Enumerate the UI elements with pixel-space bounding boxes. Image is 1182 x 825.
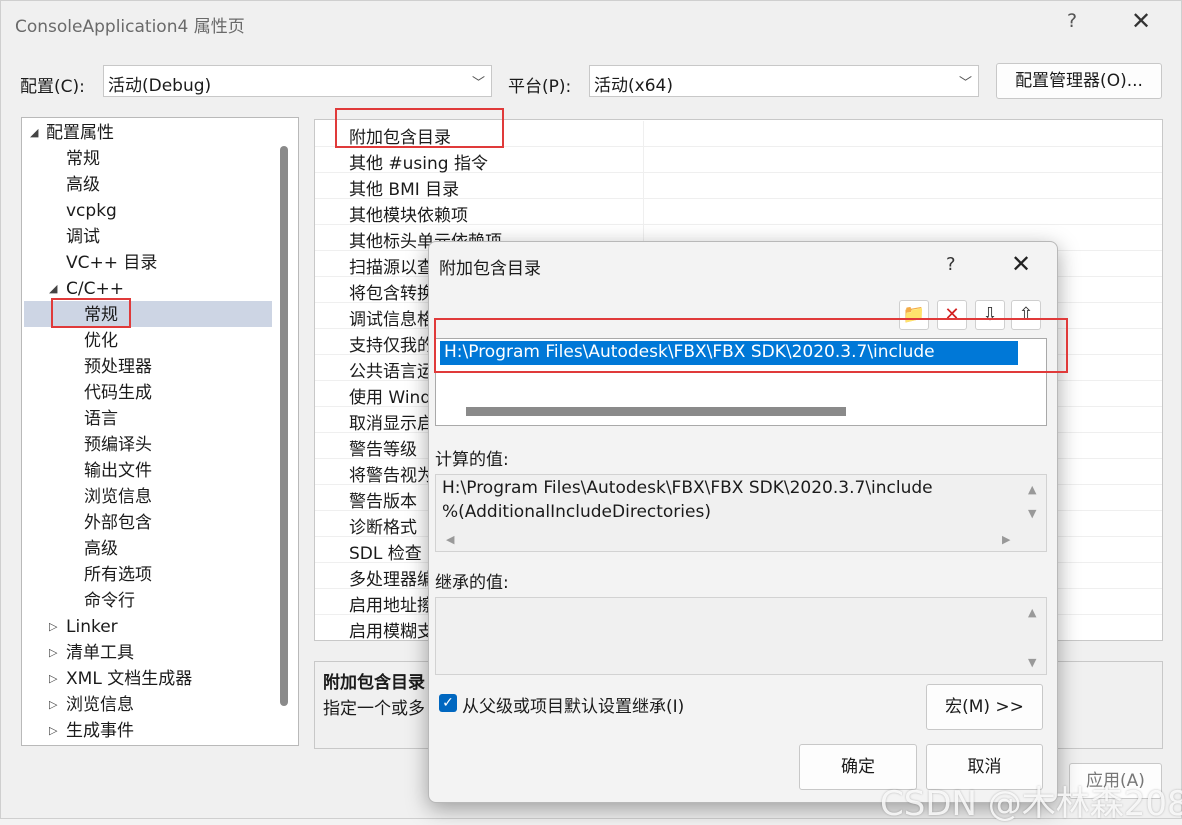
platform-combobox[interactable]: 活动(x64) ﹀ xyxy=(589,65,979,97)
config-manager-button[interactable]: 配置管理器(O)... xyxy=(996,63,1162,99)
tree-item-cpp-all-options[interactable]: 所有选项 xyxy=(84,562,152,588)
close-icon[interactable]: ✕ xyxy=(1011,250,1031,278)
highlight-box xyxy=(51,298,131,328)
config-combobox[interactable]: 活动(Debug) ﹀ xyxy=(103,65,492,97)
grid-row-label: 支持仅我的 xyxy=(349,336,434,356)
macro-button[interactable]: 宏(M) >> xyxy=(926,684,1043,730)
tree-item-cpp-output[interactable]: 输出文件 xyxy=(84,458,152,484)
chevron-down-icon: ﹀ xyxy=(958,76,972,91)
tree-item-cpp-browse[interactable]: 浏览信息 xyxy=(84,484,152,510)
grid-row-label: 扫描源以查 xyxy=(349,258,434,278)
tree-item-browse-info[interactable]: 浏览信息 xyxy=(66,692,134,718)
title-bar: ConsoleApplication4 属性页 ? ✕ xyxy=(1,1,1181,47)
scroll-up-icon[interactable]: ▲ xyxy=(1028,606,1036,619)
close-icon[interactable]: ✕ xyxy=(1131,7,1151,35)
collapsed-triangle-icon[interactable]: ▷ xyxy=(49,698,57,711)
tree-item-xml-doc[interactable]: XML 文档生成器 xyxy=(66,666,192,692)
tree-item-advanced[interactable]: 高级 xyxy=(66,172,100,198)
grid-row-label: SDL 检查 xyxy=(349,544,422,564)
scroll-down-icon[interactable]: ▼ xyxy=(1028,656,1036,669)
grid-row-label: 使用 Wind xyxy=(349,388,432,408)
help-icon[interactable]: ? xyxy=(946,254,956,275)
grid-row-label: 将包含转换 xyxy=(349,284,434,304)
grid-row[interactable]: 其他 BMI 目录 xyxy=(315,173,1162,200)
tree-item-general[interactable]: 常规 xyxy=(66,146,100,172)
tree-item-debugging[interactable]: 调试 xyxy=(66,224,100,250)
scroll-down-icon[interactable]: ▼ xyxy=(1028,507,1036,520)
property-tree: ◢ 配置属性 常规 高级 vcpkg 调试 VC++ 目录 ◢ C/C++ 常规… xyxy=(21,117,299,746)
dialog-title: 附加包含目录 xyxy=(439,259,541,279)
watermark: CSDN @木林森2088 xyxy=(880,784,1182,824)
tree-scrollbar[interactable] xyxy=(280,146,288,706)
collapsed-triangle-icon[interactable]: ▷ xyxy=(49,672,57,685)
tree-item-cpp-language[interactable]: 语言 xyxy=(84,406,118,432)
platform-label: 平台(P): xyxy=(508,77,572,97)
tree-item-cpp-codegen[interactable]: 代码生成 xyxy=(84,380,152,406)
inherited-label: 继承的值: xyxy=(435,573,509,593)
tree-item-vcpkg[interactable]: vcpkg xyxy=(66,198,117,224)
tree-item-cpp-external[interactable]: 外部包含 xyxy=(84,510,152,536)
grid-row-label: 取消显示启 xyxy=(349,414,434,434)
tree-item-config-properties[interactable]: 配置属性 xyxy=(46,120,114,146)
grid-row-label: 其他 BMI 目录 xyxy=(349,180,460,200)
highlight-box xyxy=(335,108,504,148)
scroll-up-icon[interactable]: ▲ xyxy=(1028,483,1036,496)
tree-item-linker[interactable]: Linker xyxy=(66,614,118,640)
grid-row-label: 启用模糊支 xyxy=(349,622,434,641)
inherit-checkbox-label: 从父级或项目默认设置继承(I) xyxy=(462,697,685,717)
tree-item-build-events[interactable]: 生成事件 xyxy=(66,718,134,744)
inherited-values-box: ▲ ▼ xyxy=(435,597,1047,675)
grid-row-label: 其他模块依赖项 xyxy=(349,206,468,226)
description-text: 指定一个或多 xyxy=(323,699,425,719)
config-label: 配置(C): xyxy=(20,77,85,97)
computed-label: 计算的值: xyxy=(435,450,509,470)
grid-row-label: 警告等级 xyxy=(349,440,417,460)
inherit-checkbox[interactable]: ✓ xyxy=(439,694,457,712)
platform-value: 活动(x64) xyxy=(594,76,673,96)
chevron-down-icon: ﹀ xyxy=(471,76,485,91)
list-hscrollbar[interactable] xyxy=(466,407,846,416)
grid-row[interactable]: 其他 #using 指令 xyxy=(315,147,1162,174)
computed-line: H:\Program Files\Autodesk\FBX\FBX SDK\20… xyxy=(442,478,933,498)
grid-row-label: 多处理器编 xyxy=(349,570,434,590)
config-value: 活动(Debug) xyxy=(108,76,212,96)
grid-row-label: 警告版本 xyxy=(349,492,417,512)
tree-item-cpp-command-line[interactable]: 命令行 xyxy=(84,588,135,614)
tree-item-vc-directories[interactable]: VC++ 目录 xyxy=(66,250,157,276)
tree-item-cpp-advanced[interactable]: 高级 xyxy=(84,536,118,562)
tree-item-cpp-optimization[interactable]: 优化 xyxy=(84,328,118,354)
collapsed-triangle-icon[interactable]: ▷ xyxy=(49,724,57,737)
tree-item-manifest-tool[interactable]: 清单工具 xyxy=(66,640,134,666)
expanded-triangle-icon[interactable]: ◢ xyxy=(30,126,38,139)
computed-line: %(AdditionalIncludeDirectories) xyxy=(442,502,711,522)
help-icon[interactable]: ? xyxy=(1067,10,1077,32)
collapsed-triangle-icon[interactable]: ▷ xyxy=(49,620,57,633)
scroll-right-icon[interactable]: ▶ xyxy=(1002,533,1010,546)
grid-row[interactable]: 其他模块依赖项 xyxy=(315,199,1162,226)
grid-row-label: 调试信息格 xyxy=(349,310,434,330)
tree-item-cpp-preprocessor[interactable]: 预处理器 xyxy=(84,354,152,380)
grid-row-label: 启用地址擦 xyxy=(349,596,434,616)
collapsed-triangle-icon[interactable]: ▷ xyxy=(49,646,57,659)
grid-row-label: 将警告视为 xyxy=(349,466,434,486)
window-title: ConsoleApplication4 属性页 xyxy=(15,17,245,37)
computed-values-box: H:\Program Files\Autodesk\FBX\FBX SDK\20… xyxy=(435,474,1047,552)
tree-item-cpp-pch[interactable]: 预编译头 xyxy=(84,432,152,458)
grid-row-label: 其他 #using 指令 xyxy=(349,154,488,174)
expanded-triangle-icon[interactable]: ◢ xyxy=(49,282,57,295)
scroll-left-icon[interactable]: ◀ xyxy=(446,533,454,546)
highlight-box xyxy=(434,318,1068,373)
grid-row-label: 公共语言运 xyxy=(349,362,434,382)
grid-row-label: 诊断格式 xyxy=(349,518,417,538)
description-title: 附加包含目录 xyxy=(323,673,425,693)
